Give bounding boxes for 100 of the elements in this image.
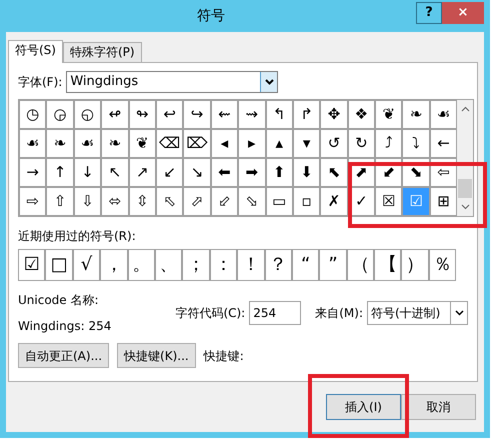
symbol-cell[interactable]: ⬆ <box>266 158 293 187</box>
recent-symbol-cell[interactable]: ， <box>100 249 128 281</box>
recent-label: 近期使用过的符号(R): <box>18 228 137 245</box>
symbol-cell[interactable]: ⇝ <box>238 100 266 129</box>
symbol-cell[interactable]: ↬ <box>128 100 156 129</box>
symbol-cell[interactable]: ↩ <box>156 100 184 129</box>
recent-symbol-cell[interactable]: 【 <box>374 249 402 281</box>
symbol-cell[interactable]: ↘ <box>183 158 211 187</box>
recent-symbol-cell[interactable]: ！ <box>237 249 265 281</box>
symbol-cell[interactable]: ↗ <box>128 158 156 187</box>
recent-symbol-cell[interactable]: （ <box>346 249 374 281</box>
symbol-cell[interactable]: ✥ <box>320 100 348 129</box>
recent-symbol-cell[interactable]: ： <box>210 249 238 281</box>
symbol-cell[interactable]: ↖ <box>101 158 129 187</box>
symbol-cell[interactable]: ⬅ <box>210 158 238 187</box>
tab[interactable]: 特殊字符(P) <box>62 42 142 62</box>
symbol-cell[interactable]: ⇨ <box>19 187 46 216</box>
symbol-cell[interactable]: ↪ <box>183 100 211 129</box>
symbol-cell[interactable]: ☒ <box>375 187 402 216</box>
scrollbar[interactable] <box>457 100 473 216</box>
symbol-cell[interactable]: ↻ <box>348 129 376 158</box>
symbol-cell[interactable]: ⌦ <box>183 129 211 158</box>
symbol-cell[interactable]: ↺ <box>320 129 348 158</box>
symbol-cell[interactable]: ❧ <box>101 129 129 158</box>
from-dropdown[interactable]: 符号(十进制) <box>367 301 468 325</box>
symbol-cell[interactable]: ⤵ <box>402 129 430 158</box>
chevron-icon <box>264 79 274 85</box>
char-code-field[interactable]: 254 <box>249 301 302 325</box>
symbol-cell[interactable]: ⊞ <box>430 187 458 216</box>
symbol-cell[interactable]: ⬋ <box>375 158 402 187</box>
symbol-cell[interactable]: ❖ <box>348 100 376 129</box>
symbol-cell[interactable]: ↓ <box>74 158 102 187</box>
tab[interactable]: 符号(S) <box>8 40 63 63</box>
recent-symbol-cell[interactable]: ％ <box>428 249 456 281</box>
shortcut-label: 快捷键: <box>204 348 244 364</box>
symbol-cell[interactable]: ← <box>430 129 458 158</box>
symbol-cell[interactable]: ⌫ <box>156 129 184 158</box>
symbol-cell[interactable]: ↑ <box>46 158 74 187</box>
dialog-button[interactable]: 自动更正(A)... <box>18 343 110 368</box>
recent-symbol-cell[interactable]: 。 <box>128 249 155 281</box>
recent-symbol-cell[interactable]: 、 <box>154 249 182 281</box>
symbol-cell[interactable]: ◶ <box>46 100 74 129</box>
symbol-cell[interactable]: ↫ <box>101 100 129 129</box>
symbol-cell[interactable]: ⇳ <box>128 187 156 216</box>
recent-symbol-cell[interactable]: √ <box>72 249 100 281</box>
symbol-cell[interactable]: ❧ <box>46 129 74 158</box>
scroll-down-icon[interactable] <box>460 204 470 210</box>
symbol-cell[interactable]: ▭ <box>266 187 293 216</box>
symbol-cell[interactable]: ❧ <box>402 100 430 129</box>
symbol-cell[interactable]: ↰ <box>266 100 293 129</box>
insert-button[interactable]: 插入(I) <box>326 394 401 420</box>
scroll-thumb[interactable] <box>458 179 472 198</box>
recent-symbol-cell[interactable]: ； <box>182 249 210 281</box>
symbol-cell[interactable]: ▸ <box>238 129 266 158</box>
symbol-cell[interactable]: ↱ <box>292 100 320 129</box>
close-button[interactable]: × <box>442 2 484 24</box>
symbol-cell[interactable]: ◂ <box>210 129 238 158</box>
chevron-icon <box>454 310 464 316</box>
char-code-label: 字符代码(C): <box>175 305 246 322</box>
symbol-cell[interactable]: ❦ <box>375 100 402 129</box>
recent-symbol-cell[interactable]: ” <box>319 249 347 281</box>
symbol-cell[interactable]: ⬂ <box>238 187 266 216</box>
symbol-cell[interactable]: ❦ <box>128 129 156 158</box>
symbol-cell[interactable]: ☙ <box>430 100 458 129</box>
scroll-up-icon[interactable] <box>460 106 470 112</box>
symbol-cell[interactable]: ☙ <box>74 129 102 158</box>
symbol-cell[interactable]: ➡ <box>238 158 266 187</box>
symbol-cell[interactable]: ⬁ <box>156 187 184 216</box>
symbol-cell[interactable]: ⬈ <box>348 158 376 187</box>
symbol-cell[interactable]: ⬇ <box>292 158 320 187</box>
symbol-cell[interactable]: ◷ <box>19 100 46 129</box>
font-label: 字体(F): <box>18 74 62 91</box>
symbol-cell[interactable]: ☙ <box>19 129 46 158</box>
symbol-cell[interactable]: ⇧ <box>46 187 74 216</box>
symbol-cell[interactable]: ⬄ <box>101 187 129 216</box>
symbol-cell[interactable]: ⬃ <box>210 187 238 216</box>
recent-symbol-cell[interactable]: ） <box>401 249 429 281</box>
recent-symbol-cell[interactable]: “ <box>292 249 320 281</box>
recent-symbol-cell[interactable]: ☑ <box>18 249 46 281</box>
symbol-cell[interactable]: ▫ <box>292 187 320 216</box>
symbol-cell[interactable]: ↙ <box>156 158 184 187</box>
cancel-button[interactable]: 取消 <box>401 394 476 420</box>
symbol-cell[interactable]: ✗ <box>320 187 348 216</box>
recent-symbol-cell[interactable]: □ <box>45 249 73 281</box>
unicode-name-value: Wingdings: 254 <box>18 318 112 335</box>
symbol-cell[interactable]: ▴ <box>266 129 293 158</box>
symbol-cell[interactable]: ◵ <box>74 100 102 129</box>
dialog-button[interactable]: 快捷键(K)... <box>117 343 196 368</box>
font-dropdown[interactable]: Wingdings <box>66 71 278 93</box>
symbol-cell[interactable]: ⬊ <box>402 158 430 187</box>
symbol-cell[interactable]: ⇩ <box>74 187 102 216</box>
symbol-cell[interactable]: ⇜ <box>210 100 238 129</box>
window-title: 符号 <box>196 7 226 26</box>
symbol-cell[interactable]: ▾ <box>292 129 320 158</box>
recent-symbol-cell[interactable]: ？ <box>264 249 292 281</box>
symbol-cell[interactable]: → <box>19 158 46 187</box>
symbol-cell[interactable]: ⬉ <box>320 158 348 187</box>
symbol-cell[interactable]: ⤴ <box>375 129 402 158</box>
symbol-cell[interactable]: ⬀ <box>183 187 211 216</box>
help-button[interactable]: ? <box>416 2 442 24</box>
